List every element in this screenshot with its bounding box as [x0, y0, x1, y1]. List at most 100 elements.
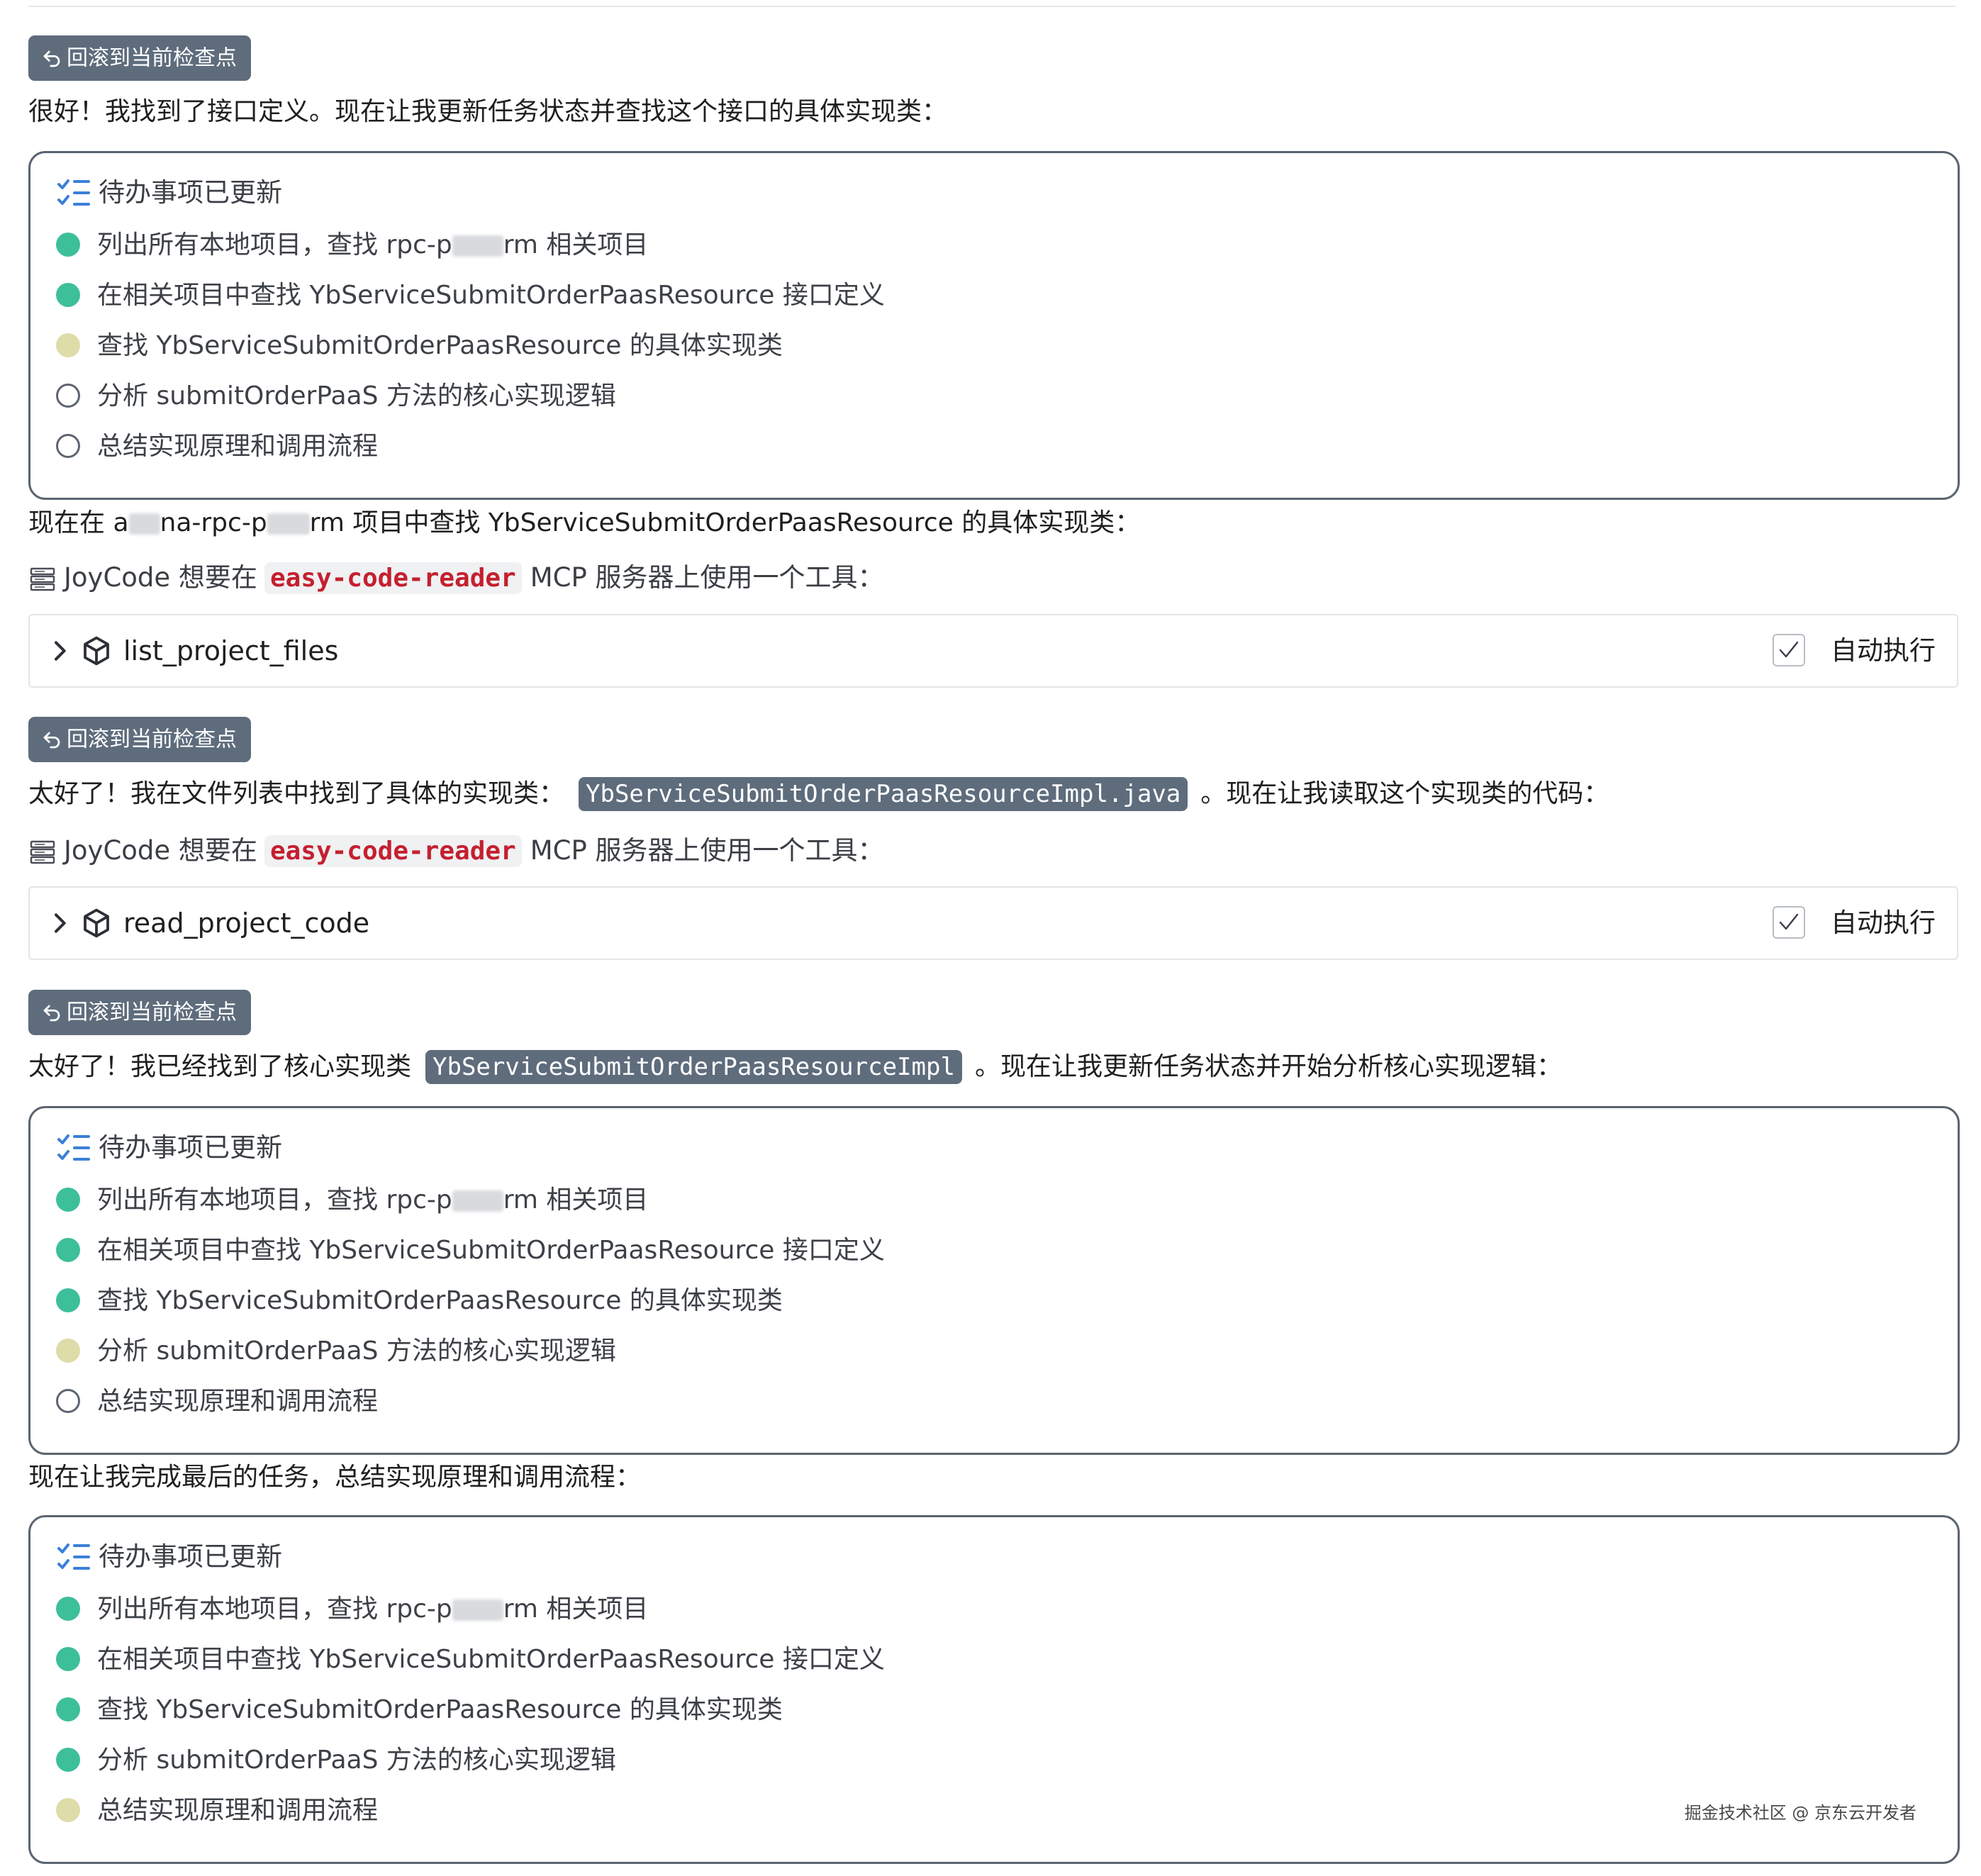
- todo-item-text: 查找 YbServiceSubmitOrderPaasResource 的具体实…: [97, 1695, 783, 1724]
- status-done-dot: [56, 1748, 80, 1772]
- todo-item-text: 在相关项目中查找 YbServiceSubmitOrderPaasResourc…: [97, 1645, 885, 1674]
- inline-code: YbServiceSubmitOrderPaasResourceImpl: [425, 1050, 962, 1084]
- rollback-checkpoint-button[interactable]: 回滚到当前检查点: [28, 717, 251, 762]
- auto-execute-label: 自动执行: [1831, 908, 1936, 938]
- todo-item-text: 总结实现原理和调用流程: [97, 1387, 379, 1416]
- tool-name: read_project_code: [123, 908, 370, 939]
- todo-item-text: rm 相关项目: [503, 1185, 649, 1215]
- mcp-suffix: MCP 服务器上使用一个工具：: [530, 835, 884, 866]
- mcp-prefix: JoyCode 想要在: [64, 835, 257, 866]
- todo-item: 分析 submitOrderPaaS 方法的核心实现逻辑: [56, 1331, 616, 1371]
- message-text: 现在在 a: [28, 508, 129, 537]
- message-text: 。现在让我更新任务状态并开始分析核心实现逻辑：: [974, 1052, 1562, 1081]
- undo-arrow-icon: [41, 730, 67, 751]
- auto-execute-checkbox[interactable]: [1773, 906, 1805, 939]
- todo-item-text: 总结实现原理和调用流程: [97, 1796, 379, 1825]
- todo-title: 待办事项已更新: [99, 177, 282, 208]
- todo-item-text: 分析 submitOrderPaaS 方法的核心实现逻辑: [97, 1746, 616, 1775]
- todo-item: 分析 submitOrderPaaS 方法的核心实现逻辑: [56, 376, 616, 416]
- todo-item: 在相关项目中查找 YbServiceSubmitOrderPaasResourc…: [56, 1640, 885, 1680]
- cube-icon: [84, 908, 109, 938]
- checklist-icon: [56, 1541, 96, 1573]
- redacted-text: [267, 513, 310, 535]
- todo-card: 待办事项已更新 列出所有本地项目，查找 rpc-p rm 相关项目 在相关项目中查…: [28, 1515, 1960, 1864]
- todo-header: 待办事项已更新: [56, 1127, 282, 1168]
- inline-code: YbServiceSubmitOrderPaasResourceImpl.jav…: [579, 777, 1188, 811]
- auto-execute-label: 自动执行: [1831, 635, 1936, 666]
- message-text: 太好了！我已经找到了核心实现类: [28, 1052, 412, 1081]
- redacted-text: [452, 1190, 503, 1212]
- todo-item-text: rm 相关项目: [503, 1595, 649, 1624]
- rollback-checkpoint-button[interactable]: 回滚到当前检查点: [28, 990, 251, 1035]
- todo-item: 列出所有本地项目，查找 rpc-p rm 相关项目: [56, 1590, 648, 1629]
- assistant-message: 太好了！我在文件列表中找到了具体的实现类： YbServiceSubmitOrde…: [28, 776, 1609, 813]
- todo-item-text: 列出所有本地项目，查找 rpc-p: [97, 1185, 452, 1215]
- todo-item: 列出所有本地项目，查找 rpc-p rm 相关项目: [56, 225, 648, 265]
- assistant-message: 现在让我完成最后的任务，总结实现原理和调用流程：: [28, 1463, 642, 1492]
- server-icon: [28, 565, 64, 593]
- todo-title: 待办事项已更新: [99, 1132, 282, 1163]
- assistant-message: 很好！我找到了接口定义。现在让我更新任务状态并查找这个接口的具体实现类：: [28, 97, 948, 126]
- todo-item: 查找 YbServiceSubmitOrderPaasResource 的具体实…: [56, 1281, 783, 1321]
- tool-name: list_project_files: [123, 635, 339, 666]
- todo-item-text: 查找 YbServiceSubmitOrderPaasResource 的具体实…: [97, 331, 783, 360]
- tool-call-row[interactable]: read_project_code 自动执行: [28, 886, 1958, 960]
- mcp-request-line: JoyCode 想要在 easy-code-reader MCP 服务器上使用一个工…: [28, 558, 884, 598]
- mcp-suffix: MCP 服务器上使用一个工具：: [530, 562, 884, 593]
- tool-call-row[interactable]: list_project_files 自动执行: [28, 614, 1958, 688]
- status-done-dot: [56, 283, 80, 307]
- previous-card-edge: [28, 0, 1955, 7]
- todo-item-text: 分析 submitOrderPaaS 方法的核心实现逻辑: [97, 381, 616, 411]
- todo-item-text: 在相关项目中查找 YbServiceSubmitOrderPaasResourc…: [97, 281, 885, 310]
- status-done-dot: [56, 1697, 80, 1721]
- status-in-progress-dot: [56, 1798, 80, 1822]
- todo-item: 总结实现原理和调用流程: [56, 427, 378, 467]
- checkmark-icon: [1779, 641, 1799, 658]
- todo-item-text: rm 相关项目: [503, 230, 649, 259]
- mcp-server-name: easy-code-reader: [264, 562, 522, 594]
- todo-item: 查找 YbServiceSubmitOrderPaasResource 的具体实…: [56, 326, 783, 366]
- message-text: rm 项目中查找 YbServiceSubmitOrderPaasResourc…: [309, 508, 1141, 537]
- chevron-right-icon[interactable]: [45, 637, 74, 665]
- mcp-prefix: JoyCode 想要在: [64, 562, 257, 593]
- status-done-dot: [56, 1238, 80, 1262]
- status-done-dot: [56, 1647, 80, 1671]
- rollback-checkpoint-label: 回滚到当前检查点: [67, 1000, 237, 1025]
- redacted-text: [452, 235, 503, 257]
- status-in-progress-dot: [56, 333, 80, 357]
- mcp-server-name: easy-code-reader: [264, 835, 522, 867]
- status-pending-dot: [56, 434, 80, 458]
- todo-header: 待办事项已更新: [56, 1536, 282, 1577]
- todo-item-text: 列出所有本地项目，查找 rpc-p: [97, 1595, 452, 1624]
- status-done-dot: [56, 233, 80, 257]
- status-in-progress-dot: [56, 1339, 80, 1363]
- todo-card: 待办事项已更新 列出所有本地项目，查找 rpc-p rm 相关项目 在相关项目中查…: [28, 151, 1960, 500]
- checklist-icon: [56, 1132, 96, 1163]
- chevron-right-icon[interactable]: [45, 909, 74, 937]
- status-done-dot: [56, 1188, 80, 1212]
- todo-item: 分析 submitOrderPaaS 方法的核心实现逻辑: [56, 1741, 616, 1780]
- status-done-dot: [56, 1597, 80, 1621]
- message-text: na-rpc-p: [160, 508, 267, 537]
- rollback-checkpoint-label: 回滚到当前检查点: [67, 727, 237, 752]
- status-done-dot: [56, 1288, 80, 1312]
- todo-item-text: 在相关项目中查找 YbServiceSubmitOrderPaasResourc…: [97, 1236, 885, 1265]
- mcp-request-line: JoyCode 想要在 easy-code-reader MCP 服务器上使用一个工…: [28, 831, 884, 871]
- cube-icon: [84, 636, 109, 666]
- watermark: 掘金技术社区 @ 京东云开发者: [1684, 1803, 1916, 1823]
- auto-execute-checkbox[interactable]: [1773, 634, 1805, 666]
- undo-arrow-icon: [41, 48, 67, 69]
- undo-arrow-icon: [41, 1003, 67, 1024]
- todo-item: 总结实现原理和调用流程: [56, 1382, 378, 1422]
- rollback-checkpoint-button[interactable]: 回滚到当前检查点: [28, 35, 251, 81]
- assistant-message: 现在在 a na-rpc-p rm 项目中查找 YbServiceSubmitOrd…: [28, 505, 1140, 542]
- rollback-checkpoint-label: 回滚到当前检查点: [67, 45, 237, 71]
- assistant-message: 太好了！我已经找到了核心实现类 YbServiceSubmitOrderPaasR…: [28, 1049, 1562, 1085]
- redacted-text: [128, 513, 160, 535]
- todo-item: 在相关项目中查找 YbServiceSubmitOrderPaasResourc…: [56, 276, 885, 316]
- redacted-text: [452, 1599, 503, 1621]
- chat-canvas: 回滚到当前检查点 很好！我找到了接口定义。现在让我更新任务状态并查找这个接口的具…: [0, 0, 1981, 1876]
- todo-title: 待办事项已更新: [99, 1541, 282, 1572]
- status-pending-dot: [56, 384, 80, 408]
- todo-item: 总结实现原理和调用流程: [56, 1791, 378, 1831]
